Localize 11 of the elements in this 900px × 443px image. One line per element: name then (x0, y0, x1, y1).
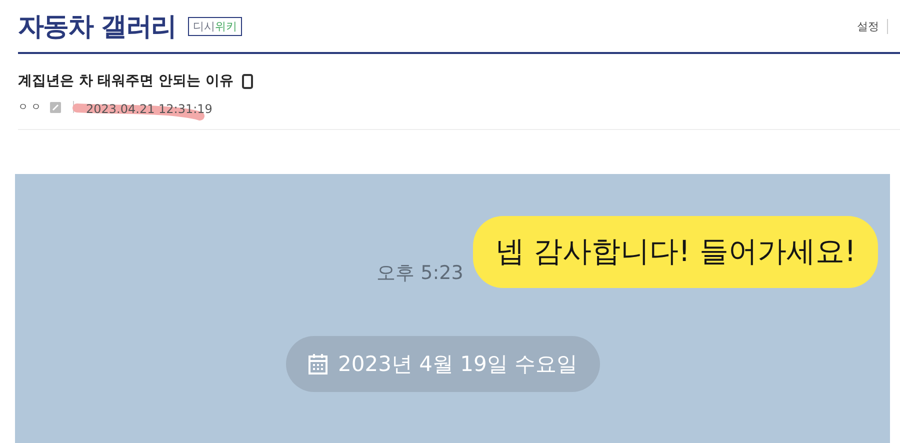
gallery-title[interactable]: 자동차 갤러리 (18, 8, 176, 44)
memo-icon (50, 102, 61, 112)
calendar-icon (308, 353, 328, 375)
date-divider-text: 2023년 4월 19일 수요일 (338, 351, 578, 378)
post-date: 2023.04.21 12:31:19 (86, 102, 212, 116)
settings-link[interactable]: 설정 (857, 18, 888, 34)
wiki-badge[interactable]: 디시위키 (188, 16, 242, 36)
author-name[interactable]: ㅇㅇ (18, 100, 44, 114)
message-bubble: 넵 감사합니다! 들어가세요! (473, 216, 878, 288)
post-title: 계집년은 차 태워주면 안되는 이유 (18, 72, 234, 90)
message-time: 오후 5:23 (376, 261, 464, 286)
